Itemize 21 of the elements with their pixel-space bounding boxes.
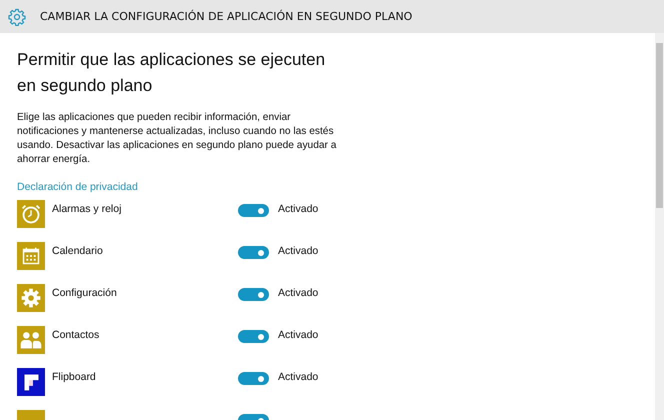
toggle-switch[interactable] [238, 330, 269, 343]
toggle-status: Activado [278, 371, 318, 383]
app-name: Calendario [52, 244, 104, 258]
app-name: Alarmas y reloj [52, 202, 122, 216]
privacy-link[interactable]: Declaración de privacidad [17, 181, 138, 193]
toggle-status: Activado [278, 287, 318, 299]
toggle-switch[interactable] [238, 372, 269, 385]
toggle-switch[interactable] [238, 288, 269, 301]
settings-icon [8, 8, 26, 26]
scrollbar[interactable] [655, 33, 664, 420]
app-name: Configuración [52, 286, 118, 300]
app-name: Flipboard [52, 370, 97, 384]
toggle-status: Activado [278, 203, 318, 215]
app-name: Contactos [52, 328, 100, 342]
toggle-switch[interactable] [238, 204, 269, 217]
section-heading: Permitir que las aplicaciones se ejecuten en segundo plano [17, 49, 326, 97]
description-text: Elige las aplicaciones que pueden recibir información, enviar notificaciones y mantenerse actualizadas, incluso cuando no las estés usando. Desactivar las aplicaciones en segundo plano puede ayudar a ahorrar energía. [17, 111, 338, 167]
toggle-switch[interactable] [238, 246, 269, 259]
toggle-status: Activado [278, 329, 318, 341]
toggle-status: Activado [278, 245, 318, 257]
page-title: CAMBIAR LA CONFIGURACIÓN DE APLICACIÓN EN SEGUNDO PLANO [40, 10, 412, 23]
